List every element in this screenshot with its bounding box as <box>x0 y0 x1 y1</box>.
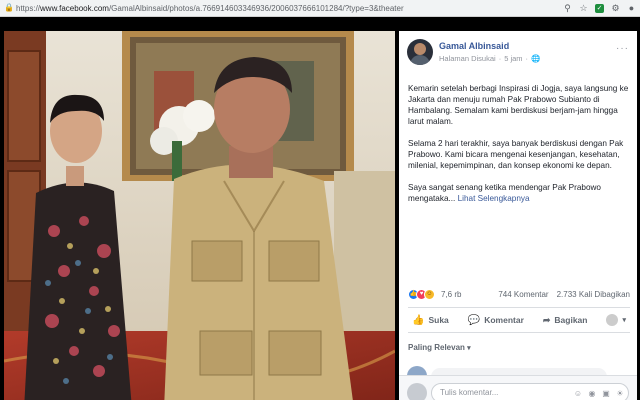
photo-theater: Gamal Albinsaid Halaman Disukai · 5 jam … <box>0 17 640 400</box>
star-icon[interactable]: ☆ <box>579 3 588 13</box>
zoom-icon[interactable]: ⚲ <box>563 3 572 13</box>
photo-illustration <box>4 31 395 400</box>
extension-icon[interactable]: ✓ <box>595 3 604 13</box>
url-path: /GamalAlbinsaid/photos/a.766914603346936… <box>108 3 404 13</box>
author-avatar[interactable] <box>407 39 433 65</box>
comment-icon: 💬 <box>467 314 481 326</box>
my-avatar <box>407 383 427 400</box>
post-paragraph-2: Selama 2 hari terakhir, saya banyak berd… <box>408 139 624 170</box>
url-scheme: https:// <box>16 3 41 13</box>
chevron-down-icon: ▾ <box>467 345 471 352</box>
post-as-selector[interactable]: ▾ <box>606 314 626 326</box>
meta-separator-2: · <box>525 54 529 63</box>
comment-sort-label: Paling Relevan <box>408 343 465 352</box>
like-label: Suka <box>428 315 449 325</box>
comment-label: Komentar <box>484 315 524 325</box>
globe-icon: 🌐 <box>531 54 541 63</box>
post-photo[interactable] <box>4 31 395 400</box>
comment-button[interactable]: 💬 Komentar <box>468 315 524 326</box>
composer-icons: ☺ ◉ ▣ ☀ <box>573 389 625 399</box>
post-header: Gamal Albinsaid Halaman Disukai · 5 jam … <box>407 39 540 65</box>
author-info: Gamal Albinsaid Halaman Disukai · 5 jam … <box>439 41 540 63</box>
like-button[interactable]: 👍 Suka <box>412 315 449 326</box>
post-time[interactable]: 5 jam <box>504 54 522 63</box>
post-stats: 744 Komentar 2.733 Kali Dibagikan <box>498 290 630 299</box>
reaction-emojis[interactable]: 👍 ♥ ☺ <box>408 289 435 300</box>
profile-avatar-small <box>606 314 619 326</box>
see-more-link[interactable]: Lihat Selengkapnya <box>458 194 530 203</box>
page-label[interactable]: Halaman Disukai <box>439 54 496 63</box>
browser-toolbar: 🔒 https://www.facebook.com/GamalAlbinsai… <box>0 0 640 17</box>
meta-separator: · <box>498 54 502 63</box>
post-panel: Gamal Albinsaid Halaman Disukai · 5 jam … <box>399 31 637 400</box>
comment-composer: Tulis komentar... ☺ ◉ ▣ ☀ <box>399 375 637 400</box>
reactions-count[interactable]: 7,6 rb <box>441 290 461 299</box>
reactions-bar: 👍 ♥ ☺ 7,6 rb 744 Komentar 2.733 Kali Dib… <box>408 289 630 300</box>
share-icon: ➦ <box>542 314 551 325</box>
share-label: Bagikan <box>554 315 588 325</box>
shares-count[interactable]: 2.733 Kali Dibagikan <box>557 290 630 299</box>
thumbs-up-icon: 👍 <box>412 314 425 326</box>
account-icon[interactable]: ● <box>627 3 636 13</box>
browser-actions: ⚲ ☆ ✓ ⚙ ● <box>563 3 636 13</box>
gif-icon[interactable]: ▣ <box>601 389 611 399</box>
address-bar[interactable]: https://www.facebook.com/GamalAlbinsaid/… <box>16 4 563 13</box>
chevron-down-icon: ▾ <box>622 317 626 324</box>
comments-count[interactable]: 744 Komentar <box>498 290 548 299</box>
share-button[interactable]: ➦ Bagikan <box>543 315 588 326</box>
puzzle-icon[interactable]: ⚙ <box>611 3 620 13</box>
sticker-icon[interactable]: ☀ <box>615 389 625 399</box>
url-domain: www.facebook.com <box>40 3 109 13</box>
post-actions: 👍 Suka 💬 Komentar ➦ Bagikan ▾ <box>408 307 630 333</box>
author-name[interactable]: Gamal Albinsaid <box>439 41 540 51</box>
emoji-icon[interactable]: ☺ <box>573 389 583 399</box>
post-text: Kemarin setelah berbagi Inspirasi di Jog… <box>408 83 630 215</box>
post-meta: Halaman Disukai · 5 jam · 🌐 <box>439 54 540 63</box>
haha-reaction-icon: ☺ <box>424 289 435 300</box>
post-paragraph-3: Saya sangat senang ketika mendengar Pak … <box>408 182 630 204</box>
post-paragraph-1: Kemarin setelah berbagi Inspirasi di Jog… <box>408 84 629 126</box>
more-options-icon[interactable]: ··· <box>616 43 629 54</box>
comment-sort-dropdown[interactable]: Paling Relevan ▾ <box>408 343 471 352</box>
lock-icon: 🔒 <box>4 3 14 12</box>
camera-icon[interactable]: ◉ <box>587 389 597 399</box>
